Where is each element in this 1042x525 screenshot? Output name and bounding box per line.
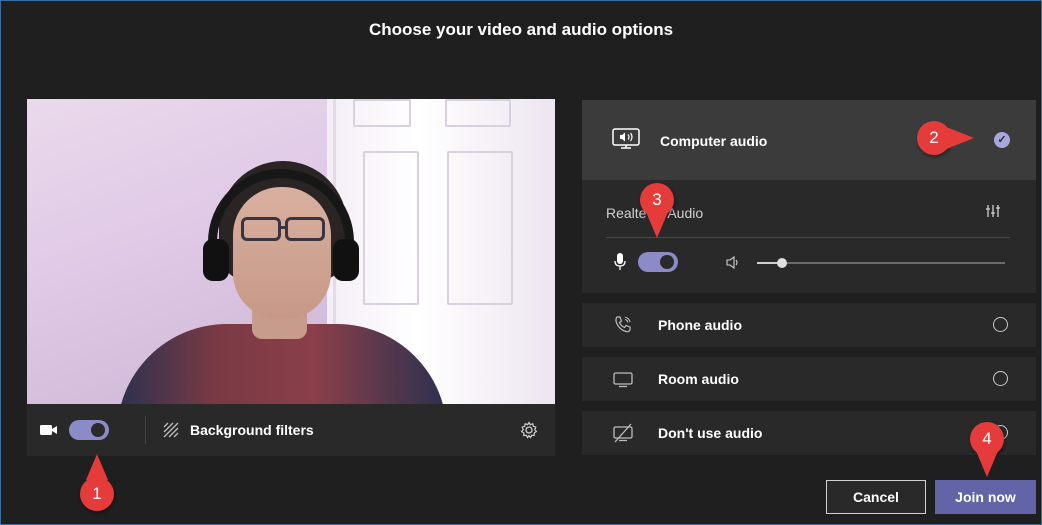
device-settings-sliders-icon[interactable]: [985, 204, 1001, 218]
no-audio-option[interactable]: Don't use audio: [582, 411, 1036, 455]
phone-audio-option[interactable]: Phone audio: [582, 303, 1036, 347]
computer-audio-label: Computer audio: [660, 133, 768, 149]
callout-2-pointer: [944, 126, 974, 150]
cancel-button[interactable]: Cancel: [826, 480, 926, 514]
speaker-icon: [726, 256, 738, 269]
callout-1: 1: [80, 477, 114, 511]
dialog-title: Choose your video and audio options: [368, 20, 674, 39]
background-filters-button[interactable]: Background filters: [190, 422, 314, 438]
camera-toggle[interactable]: [69, 420, 109, 440]
computer-audio-selected-check-icon: ✓: [994, 132, 1010, 148]
computer-audio-icon: [612, 128, 640, 149]
phone-icon: [615, 316, 631, 333]
video-controls-bar: Background filters: [27, 404, 555, 456]
monitor-icon: [613, 372, 633, 388]
room-audio-label: Room audio: [658, 371, 739, 387]
device-settings-gear-icon[interactable]: [520, 421, 538, 439]
room-audio-radio[interactable]: [993, 371, 1008, 386]
background-filters-icon[interactable]: [163, 422, 179, 438]
callout-4-pointer: [976, 451, 998, 477]
camera-preview: [27, 99, 555, 404]
phone-audio-label: Phone audio: [658, 317, 742, 333]
speaker-off-icon: [613, 423, 633, 443]
room-audio-option[interactable]: Room audio: [582, 357, 1036, 401]
speaker-volume-thumb[interactable]: [777, 258, 787, 268]
callout-3-pointer: [646, 212, 668, 238]
join-now-button[interactable]: Join now: [935, 480, 1036, 514]
microphone-icon: [614, 253, 626, 270]
no-audio-label: Don't use audio: [658, 425, 763, 441]
callout-1-pointer: [86, 454, 108, 480]
camera-icon: [40, 425, 57, 435]
microphone-toggle[interactable]: [638, 252, 678, 272]
phone-audio-radio[interactable]: [993, 317, 1008, 332]
speaker-volume-track[interactable]: [757, 262, 1005, 264]
